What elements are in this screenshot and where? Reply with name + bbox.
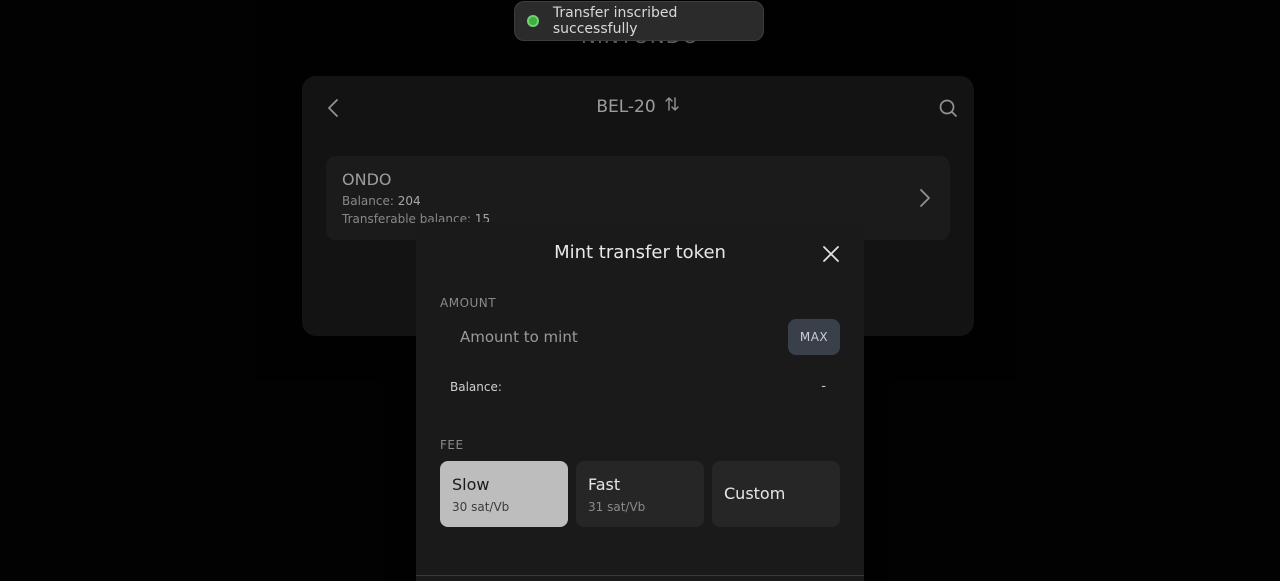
success-toast: Transfer inscribed successfully (514, 1, 764, 41)
amount-label: AMOUNT (440, 296, 497, 310)
modal-balance-label: Balance: (450, 380, 502, 394)
fee-option-name: Custom (724, 484, 786, 503)
fee-label: FEE (440, 438, 464, 452)
modal-title: Mint transfer token (554, 242, 726, 263)
fee-option-rate: 30 sat/Vb (452, 500, 510, 514)
mint-transfer-modal: Mint transfer token AMOUNT MAX Balance: … (416, 222, 864, 581)
close-icon[interactable] (820, 243, 842, 265)
fee-option-name: Slow (452, 475, 490, 494)
toast-message: Transfer inscribed successfully (552, 5, 678, 37)
max-button[interactable]: MAX (788, 319, 840, 355)
fee-option-slow[interactable]: Slow 30 sat/Vb (440, 461, 568, 527)
amount-input[interactable] (440, 319, 780, 355)
fee-option-name: Fast (588, 475, 621, 494)
fee-option-rate: 31 sat/Vb (588, 500, 646, 514)
fee-option-custom[interactable]: Custom (712, 461, 840, 527)
modal-balance-value: - (821, 379, 826, 394)
modal-divider (416, 575, 864, 576)
fee-option-fast[interactable]: Fast 31 sat/Vb (576, 461, 704, 527)
success-status-icon (527, 15, 539, 27)
